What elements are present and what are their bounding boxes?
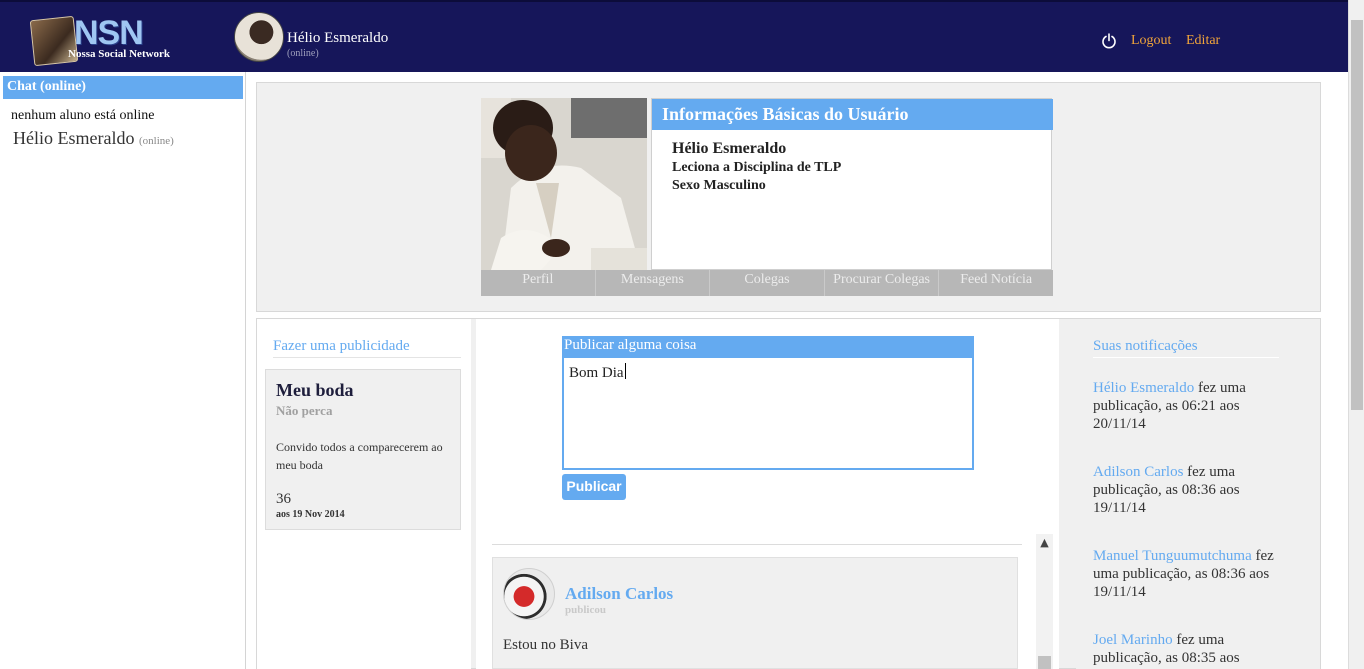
profile-photo: [481, 98, 647, 270]
profile-subject: Leciona a Disciplina de TLP: [672, 160, 842, 175]
chat-user-name[interactable]: Hélio Esmeraldo: [13, 128, 134, 148]
ad-count: 36: [276, 491, 291, 507]
chat-title: Chat (online): [3, 76, 243, 99]
chat-user-status: (online): [138, 135, 174, 147]
power-icon[interactable]: [1101, 33, 1117, 49]
profile-tabs: Perfil Mensagens Colegas Procurar Colega…: [481, 270, 1053, 296]
notification-item: Hélio Esmeraldo fez uma publicação, as 0…: [1093, 379, 1293, 433]
nsn-logo[interactable]: NSN Nossa Social Network: [28, 14, 192, 67]
user-avatar[interactable]: [234, 12, 284, 62]
advertising-card: Meu boda Não perca Convido todos a compa…: [265, 369, 461, 530]
feed-divider: [492, 544, 1022, 545]
feed-post: Adilson Carlos publicou Estou no Biva: [492, 557, 1018, 669]
notification-item: Adilson Carlos fez uma publicação, as 08…: [1093, 463, 1293, 517]
notification-item: Manuel Tunguumutchuma fez uma publicação…: [1093, 547, 1293, 601]
advertising-heading[interactable]: Fazer uma publicidade: [273, 338, 461, 358]
notification-item: Joel Marinho fez uma publicação, as 08:3…: [1093, 631, 1293, 667]
profile-photo-image: [481, 98, 647, 270]
chevron-up-icon[interactable]: ▲: [1036, 536, 1053, 552]
post-author-avatar[interactable]: [503, 568, 555, 620]
ad-title: Meu boda: [276, 380, 354, 400]
header-user-status: (online): [287, 48, 319, 59]
post-author[interactable]: Adilson Carlos: [565, 584, 673, 604]
logo-subtitle: Nossa Social Network: [68, 48, 171, 60]
tab-mensagens[interactable]: Mensagens: [596, 270, 711, 296]
tab-feed-noticia[interactable]: Feed Notícia: [939, 270, 1053, 296]
tab-perfil[interactable]: Perfil: [481, 270, 596, 296]
compose-text: Bom Dia: [569, 365, 624, 381]
top-navigation-bar: NSN Nossa Social Network Hélio Esmeraldo…: [0, 0, 1348, 72]
tab-procurar-colegas[interactable]: Procurar Colegas: [825, 270, 940, 296]
page-scrollbar-thumb[interactable]: [1351, 20, 1363, 410]
chat-empty-message: nenhum aluno está online: [11, 108, 155, 123]
header-user-name[interactable]: Hélio Esmeraldo: [287, 30, 388, 47]
ad-date: aos 19 Nov 2014: [276, 509, 345, 520]
compose-textarea[interactable]: Bom Dia: [562, 358, 974, 470]
post-meta: publicou: [565, 604, 606, 616]
feed-scrollbar[interactable]: ▲: [1036, 534, 1053, 669]
ad-subtitle: Não perca: [276, 403, 333, 418]
page-scrollbar[interactable]: [1348, 0, 1364, 669]
post-body: Estou no Biva: [503, 637, 588, 653]
tab-colegas[interactable]: Colegas: [710, 270, 825, 296]
profile-sex: Sexo Masculino: [672, 178, 766, 193]
notifications-heading: Suas notificações: [1093, 338, 1279, 358]
basic-info-title: Informações Básicas do Usuário: [652, 99, 1053, 130]
logout-link[interactable]: Logout: [1131, 33, 1171, 49]
notification-user-link[interactable]: Hélio Esmeraldo: [1093, 380, 1194, 396]
chat-online-user[interactable]: Hélio Esmeraldo (online): [13, 128, 174, 149]
basic-info-box: Informações Básicas do Usuário Hélio Esm…: [651, 98, 1053, 270]
feed-scrollbar-thumb[interactable]: [1038, 656, 1051, 669]
chat-sidebar: Chat (online) nenhum aluno está online H…: [0, 72, 246, 669]
edit-link[interactable]: Editar: [1186, 33, 1220, 49]
notification-user-link[interactable]: Joel Marinho: [1093, 632, 1173, 648]
notification-user-link[interactable]: Manuel Tunguumutchuma: [1093, 548, 1252, 564]
profile-name: Hélio Esmeraldo: [672, 140, 787, 157]
ad-body: Convido todos a comparecerem ao meu boda: [276, 440, 443, 472]
publish-button[interactable]: Publicar: [562, 474, 626, 500]
notification-user-link[interactable]: Adilson Carlos: [1093, 464, 1183, 480]
compose-heading: Publicar alguma coisa: [562, 336, 974, 358]
